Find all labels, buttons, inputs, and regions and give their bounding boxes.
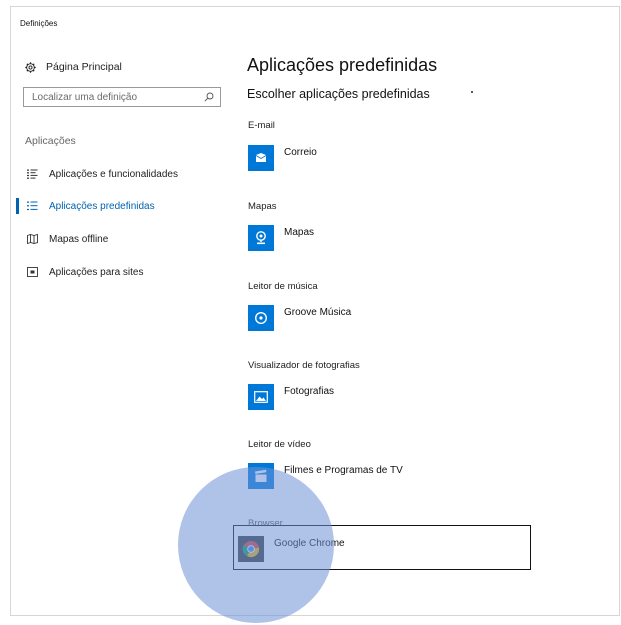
photo-icon — [248, 384, 274, 410]
app-name: Mapas — [284, 227, 315, 238]
app-name: Fotografias — [284, 386, 335, 397]
app-picker-video[interactable]: Filmes e Programas de TV — [248, 463, 403, 493]
decorative-dot — [471, 91, 473, 93]
maps-pin-icon — [248, 225, 274, 251]
category-label-photos: Visualizador de fotografias — [248, 360, 360, 371]
map-icon — [25, 234, 39, 244]
page-title: Aplicações predefinidas — [247, 55, 438, 75]
sidebar-item-label: Aplicações e funcionalidades — [49, 168, 178, 180]
search-box[interactable] — [23, 87, 221, 107]
app-name: Filmes e Programas de TV — [284, 465, 403, 476]
app-picker-email[interactable]: Correio — [248, 145, 317, 175]
sidebar-item-apps-features[interactable]: Aplicações e funcionalidades — [11, 165, 231, 183]
search-icon[interactable] — [204, 92, 214, 102]
category-label-music: Leitor de música — [248, 281, 318, 292]
app-picker-browser[interactable]: Google Chrome — [233, 525, 531, 570]
web-app-icon — [25, 267, 39, 277]
sidebar-item-web-apps[interactable]: Aplicações para sites — [11, 263, 231, 281]
search-input[interactable] — [24, 88, 204, 106]
category-label-maps: Mapas — [248, 201, 277, 212]
home-link[interactable]: Página Principal — [25, 59, 122, 75]
page-subtitle: Escolher aplicações predefinidas — [247, 87, 430, 101]
sidebar-item-label: Aplicações para sites — [49, 266, 144, 278]
sidebar-item-label: Aplicações predefinidas — [49, 200, 155, 212]
sidebar: Página Principal Aplicações — [11, 7, 239, 615]
app-picker-photos[interactable]: Fotografias — [248, 384, 334, 414]
chrome-icon — [238, 536, 264, 562]
app-picker-music[interactable]: Groove Música — [248, 305, 351, 335]
gear-icon — [25, 61, 36, 73]
app-name: Correio — [284, 147, 317, 158]
default-apps-icon — [25, 201, 39, 211]
app-name: Groove Música — [284, 307, 352, 318]
category-label-video: Leitor de vídeo — [248, 439, 311, 450]
app-picker-maps[interactable]: Mapas — [248, 225, 314, 255]
category-label-email: E-mail — [248, 120, 275, 131]
music-disc-icon — [248, 305, 274, 331]
sidebar-item-default-apps[interactable]: Aplicações predefinidas — [11, 197, 231, 215]
mail-icon — [248, 145, 274, 171]
list-icon — [25, 169, 39, 179]
sidebar-item-offline-maps[interactable]: Mapas offline — [11, 230, 231, 248]
film-icon — [248, 463, 274, 489]
app-name: Google Chrome — [274, 538, 345, 549]
home-label: Página Principal — [46, 61, 122, 73]
sidebar-item-label: Mapas offline — [49, 233, 109, 245]
section-label-apps: Aplicações — [25, 135, 76, 147]
